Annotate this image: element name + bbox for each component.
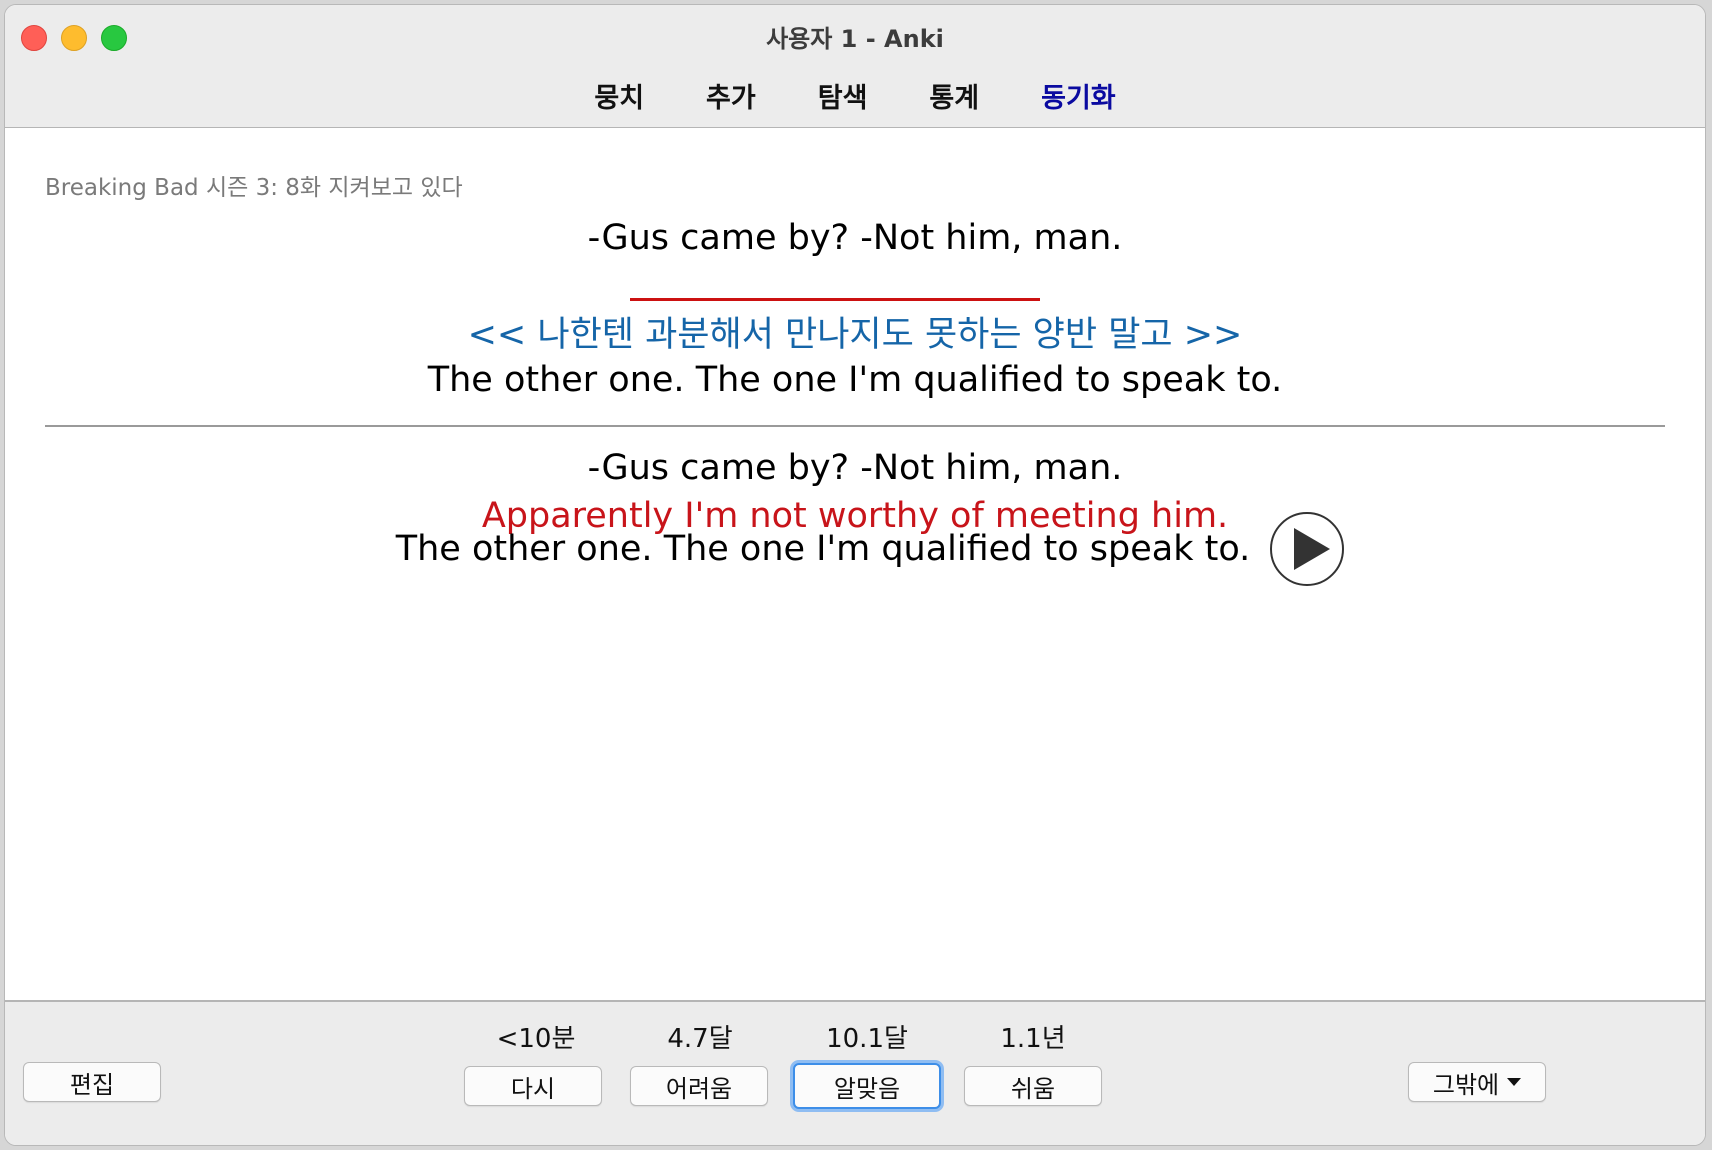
toolbar-browse[interactable]: 탐색 bbox=[812, 76, 874, 115]
hard-button[interactable]: 어려움 bbox=[630, 1066, 768, 1106]
toolbar-decks[interactable]: 뭉치 bbox=[588, 76, 650, 115]
play-icon[interactable] bbox=[1270, 512, 1345, 586]
question-hint: << 나한텐 과분해서 만나지도 못하는 양반 말고 >> bbox=[467, 315, 1243, 355]
edit-button[interactable]: 편집 bbox=[23, 1062, 161, 1102]
answer-bar: 편집 <10분 4.7달 10.1달 1.1년 다시 어려움 알맞음 쉬움 그밖… bbox=[5, 1000, 1705, 1145]
interval-again: <10분 bbox=[496, 1024, 576, 1054]
easy-button[interactable]: 쉬움 bbox=[964, 1066, 1102, 1106]
interval-good: 10.1달 bbox=[826, 1024, 908, 1054]
answer-line-3: The other one. The one I'm qualified to … bbox=[395, 529, 1251, 569]
answer-divider bbox=[45, 425, 1665, 427]
question-context-line: The other one. The one I'm qualified to … bbox=[427, 360, 1283, 400]
anki-window: 사용자 1 - Anki 뭉치 추가 탐색 통계 동기화 Breaking Ba… bbox=[4, 4, 1706, 1146]
window-title: 사용자 1 - Anki bbox=[766, 25, 944, 53]
question-hint-line: << 나한텐 과분해서 만나지도 못하는 양반 말고 >> bbox=[5, 298, 1705, 357]
title-bar: 사용자 1 - Anki bbox=[5, 5, 1705, 63]
good-button[interactable]: 알맞음 bbox=[793, 1063, 941, 1109]
toolbar-stats[interactable]: 통계 bbox=[923, 76, 985, 115]
chevron-down-icon bbox=[1507, 1078, 1522, 1086]
again-button[interactable]: 다시 bbox=[464, 1066, 602, 1106]
play-triangle bbox=[1294, 528, 1331, 570]
deck-info: Breaking Bad 시즌 3: 8화 지켜보고 있다 bbox=[45, 175, 463, 201]
main-toolbar: 뭉치 추가 탐색 통계 동기화 bbox=[5, 63, 1705, 128]
more-label: 그밖에 bbox=[1432, 1070, 1500, 1099]
question-hint-wrapper: << 나한텐 과분해서 만나지도 못하는 양반 말고 >> bbox=[467, 298, 1243, 357]
answer-audio-row: The other one. The one I'm qualified to … bbox=[5, 512, 1705, 586]
question-line: -Gus came by? -Not him, man. bbox=[587, 218, 1123, 258]
hint-highlight-mark bbox=[629, 298, 1040, 301]
answer-line-1: -Gus came by? -Not him, man. bbox=[587, 448, 1123, 488]
toolbar-add[interactable]: 추가 bbox=[700, 76, 762, 115]
interval-easy: 1.1년 bbox=[1000, 1024, 1066, 1054]
card-review-area: Breaking Bad 시즌 3: 8화 지켜보고 있다 -Gus came … bbox=[5, 128, 1705, 1002]
more-button[interactable]: 그밖에 bbox=[1408, 1062, 1546, 1102]
toolbar-sync[interactable]: 동기화 bbox=[1035, 76, 1122, 115]
interval-hard: 4.7달 bbox=[667, 1024, 733, 1054]
